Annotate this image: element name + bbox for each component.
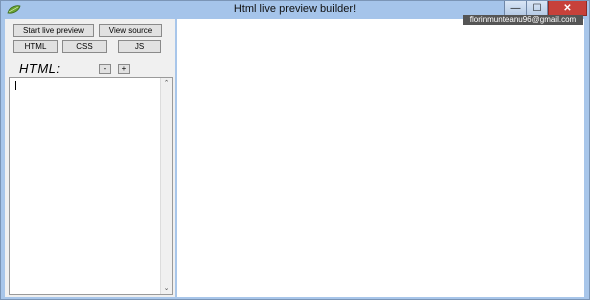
- app-window: Html live preview builder! — ☐ ✕ Start l…: [0, 0, 590, 300]
- maximize-button[interactable]: ☐: [526, 1, 548, 16]
- live-preview-pane[interactable]: [177, 19, 584, 297]
- close-icon: ✕: [563, 2, 572, 14]
- minimize-button[interactable]: —: [504, 1, 526, 16]
- scroll-up-icon[interactable]: ⌃: [161, 78, 172, 89]
- editor-scrollbar[interactable]: ⌃ ⌄: [160, 78, 172, 294]
- text-caret: [15, 81, 16, 90]
- increase-font-button[interactable]: +: [118, 64, 130, 74]
- minimize-icon: —: [510, 2, 521, 14]
- editor-panel: Start live preview View source HTML CSS …: [5, 19, 175, 297]
- html-tab-button[interactable]: HTML: [13, 40, 58, 53]
- decrease-font-button[interactable]: -: [99, 64, 111, 74]
- window-title: Html live preview builder!: [233, 3, 357, 15]
- start-live-preview-button[interactable]: Start live preview: [13, 24, 94, 37]
- maximize-icon: ☐: [532, 2, 542, 14]
- code-editor-textarea[interactable]: ⌃ ⌄: [9, 77, 173, 295]
- view-source-button[interactable]: View source: [99, 24, 162, 37]
- scroll-down-icon[interactable]: ⌄: [161, 283, 172, 294]
- js-tab-button[interactable]: JS: [118, 40, 161, 53]
- user-email-label: florinmunteanu96@gmail.com: [463, 15, 583, 25]
- editor-language-label: HTML:: [19, 61, 61, 76]
- close-button[interactable]: ✕: [548, 1, 587, 16]
- css-tab-button[interactable]: CSS: [62, 40, 107, 53]
